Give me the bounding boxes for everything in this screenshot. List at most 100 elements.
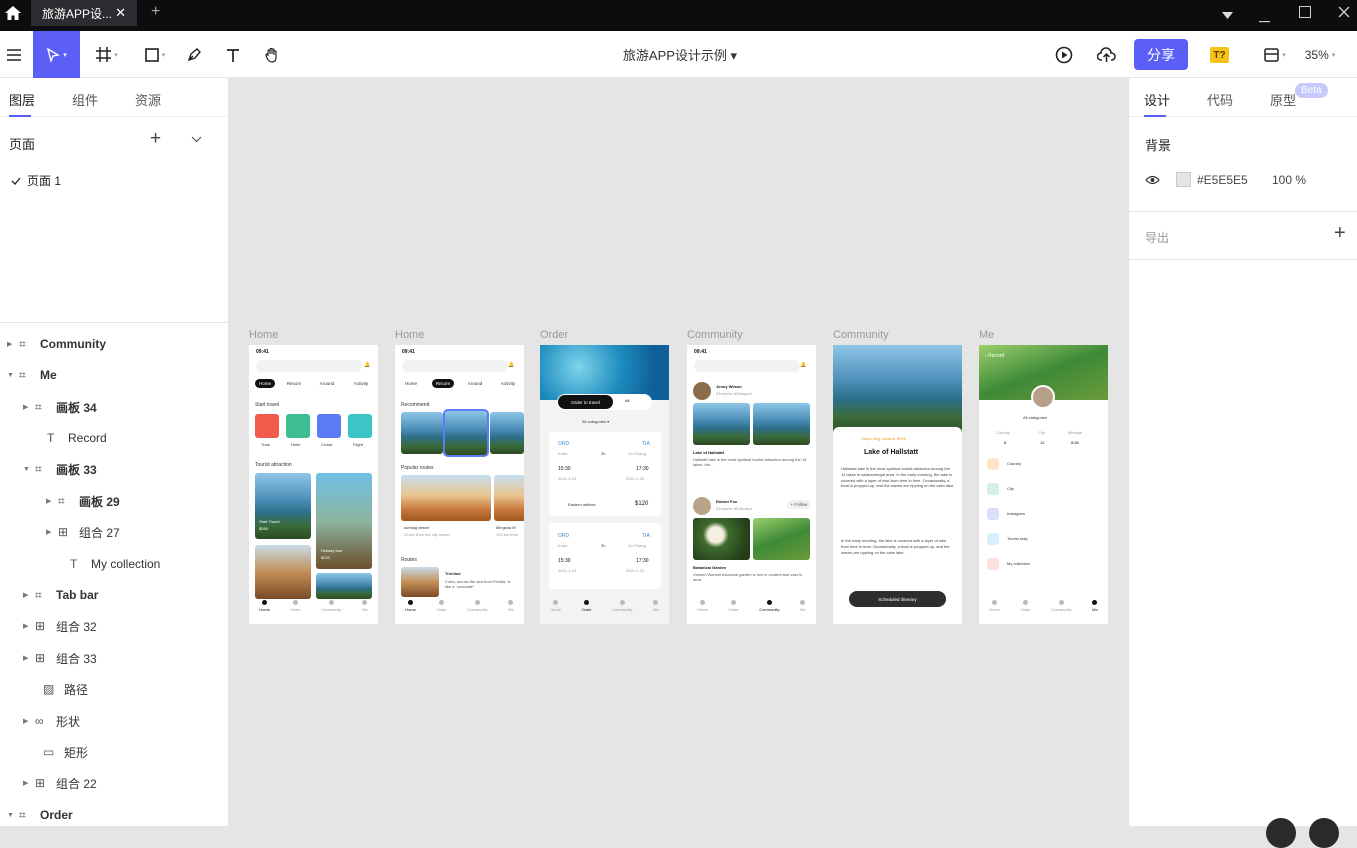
detail-paragraph: Hallstadt lake is the most spiritual tou… — [841, 466, 955, 489]
expand-arrow-icon[interactable]: ▶ — [23, 591, 35, 599]
chip: Activity — [500, 381, 516, 386]
hotel-icon — [286, 414, 310, 438]
stat-value: 8 — [1004, 440, 1007, 445]
maximize-icon[interactable] — [1299, 5, 1311, 21]
departure-date: 2021-2-23 — [558, 476, 577, 481]
rectangle-tool-button[interactable]: ▾ — [138, 31, 172, 78]
layer-group-22[interactable]: ▶ ⊞ 组合 22 — [23, 773, 97, 793]
collapse-pages-icon[interactable] — [191, 132, 202, 146]
text-tool-button[interactable] — [222, 31, 244, 78]
post-image — [753, 518, 810, 560]
zoom-dropdown[interactable]: 35% ▾ — [1300, 31, 1340, 78]
collapse-arrow-icon[interactable]: ▼ — [7, 812, 19, 819]
document-tab[interactable]: 旅游APP设... ✕ — [31, 0, 137, 26]
layer-tab-bar[interactable]: ▶ ⌗ Tab bar — [23, 585, 98, 605]
expand-arrow-icon[interactable]: ▶ — [46, 497, 58, 505]
frame-label-home[interactable]: Home — [249, 329, 278, 341]
frame-tool-button[interactable]: ▾ — [90, 31, 124, 78]
layer-group-32[interactable]: ▶ ⊞ 组合 32 — [23, 616, 97, 636]
tab-assets[interactable]: 资源 — [135, 90, 161, 109]
layer-artboard-33[interactable]: ▼ ⌗ 画板 33 — [23, 459, 97, 479]
home-icon[interactable] — [0, 0, 26, 26]
frame-label-community-2[interactable]: Community — [833, 329, 889, 341]
collapse-arrow-icon[interactable]: ▼ — [7, 372, 19, 379]
route-title: kumtag desert — [404, 525, 430, 530]
tab-layers[interactable]: 图层 — [9, 90, 35, 117]
tab-bar: Home Order Community Me — [979, 600, 1108, 618]
expand-arrow-icon[interactable]: ▶ — [23, 779, 35, 787]
share-button[interactable]: 分享 — [1134, 39, 1188, 70]
close-tab-icon[interactable]: ✕ — [115, 5, 126, 21]
tab-community: Community — [759, 600, 779, 618]
layer-community[interactable]: ▶ ⌗ Community — [7, 334, 106, 354]
help-button[interactable] — [1266, 818, 1296, 848]
expand-arrow-icon[interactable]: ▶ — [46, 528, 58, 536]
tab-order: Order — [582, 600, 592, 618]
frame-home[interactable]: 09:41 🔔 Home Recom Around Activity Start… — [249, 345, 378, 624]
tab-design[interactable]: 设计 — [1144, 90, 1170, 117]
frame-label-me[interactable]: Me — [979, 329, 994, 341]
dropdown-icon[interactable] — [1222, 6, 1233, 22]
document-title-dropdown[interactable]: 旅游APP设计示例 ▾ — [570, 31, 790, 78]
tab-prototype[interactable]: 原型 — [1270, 90, 1296, 109]
shape-icon: ∞ — [35, 714, 44, 728]
frame-me[interactable]: ‹ Record All categories Country City Mil… — [979, 345, 1108, 624]
close-window-icon[interactable] — [1338, 5, 1350, 21]
play-icon[interactable] — [1052, 31, 1076, 78]
departure-time: 15:30 — [558, 466, 571, 472]
frame-home-recommend[interactable]: 09:41 🔔 Home Recom Around Activity Recom… — [395, 345, 524, 624]
layer-me[interactable]: ▼ ⌗ Me — [7, 365, 57, 385]
hand-tool-button[interactable] — [261, 31, 283, 78]
divider — [1129, 211, 1357, 212]
layer-artboard-34[interactable]: ▶ ⌗ 画板 34 — [23, 397, 97, 417]
minimize-icon[interactable] — [1259, 10, 1270, 26]
design-canvas[interactable]: Home Home Order Community Community Me 0… — [229, 78, 1128, 826]
route-image — [401, 567, 439, 597]
expand-arrow-icon[interactable]: ▶ — [23, 717, 35, 725]
layer-group-27[interactable]: ▶ ⊞ 组合 27 — [46, 522, 120, 542]
color-swatch[interactable] — [1176, 172, 1191, 187]
beta-badge: Beta — [1295, 83, 1328, 98]
frame-label-community[interactable]: Community — [687, 329, 743, 341]
expand-arrow-icon[interactable]: ▶ — [23, 654, 35, 662]
layer-group-33[interactable]: ▶ ⊞ 组合 33 — [23, 648, 97, 668]
layer-shape[interactable]: ▶ ∞ 形状 — [23, 711, 80, 731]
tab-code[interactable]: 代码 — [1207, 90, 1233, 109]
page-item[interactable]: 页面 1 — [11, 172, 61, 189]
layer-path[interactable]: ▨ 路径 — [31, 679, 88, 699]
expand-arrow-icon[interactable]: ▶ — [23, 622, 35, 630]
expand-arrow-icon[interactable]: ▶ — [7, 340, 19, 348]
upload-icon[interactable] — [1094, 31, 1118, 78]
country-icon — [987, 458, 999, 470]
expand-arrow-icon[interactable]: ▶ — [23, 403, 35, 411]
move-tool-button[interactable]: ▾ — [33, 31, 80, 78]
frame-community-detail[interactable]: 7days long. Austria. $999 Lake of Hallst… — [833, 345, 962, 624]
tab-community: Community — [467, 600, 487, 618]
plugin-badge[interactable]: T? — [1210, 47, 1229, 63]
background-hex[interactable]: #E5E5E5 — [1197, 173, 1248, 187]
menu-icon[interactable] — [4, 31, 24, 78]
frame-community[interactable]: 09:41 🔔 Jenny Wilson #Traveler #Designer… — [687, 345, 816, 624]
chat-button[interactable] — [1309, 818, 1339, 848]
collapse-arrow-icon[interactable]: ▼ — [23, 466, 35, 473]
frame-label-home-2[interactable]: Home — [395, 329, 424, 341]
tab-components[interactable]: 组件 — [72, 90, 98, 109]
add-export-icon[interactable]: + — [1334, 222, 1346, 245]
post-title: Botanical Garden — [693, 565, 727, 570]
add-page-icon[interactable]: + — [150, 128, 161, 150]
frame-order[interactable]: Order to travel All All categories ▾ ORD… — [540, 345, 669, 624]
layer-record[interactable]: T Record — [35, 428, 107, 448]
pen-tool-button[interactable] — [183, 31, 205, 78]
layer-artboard-29[interactable]: ▶ ⌗ 画板 29 — [46, 491, 120, 511]
tab-home: Home — [989, 600, 1000, 618]
tab-order-to-travel: Order to travel — [558, 395, 613, 409]
new-tab-button[interactable]: + — [151, 3, 160, 21]
eye-icon[interactable] — [1145, 174, 1160, 188]
bell-icon: 🔔 — [364, 362, 371, 368]
frame-label-order[interactable]: Order — [540, 329, 568, 341]
layer-rectangle[interactable]: ▭ 矩形 — [31, 742, 88, 762]
layer-my-collection[interactable]: T My collection — [58, 554, 160, 574]
layer-order[interactable]: ▼ ⌗ Order — [7, 805, 73, 825]
layout-icon[interactable]: ▾ — [1258, 31, 1292, 78]
background-opacity[interactable]: 100 % — [1272, 173, 1306, 187]
